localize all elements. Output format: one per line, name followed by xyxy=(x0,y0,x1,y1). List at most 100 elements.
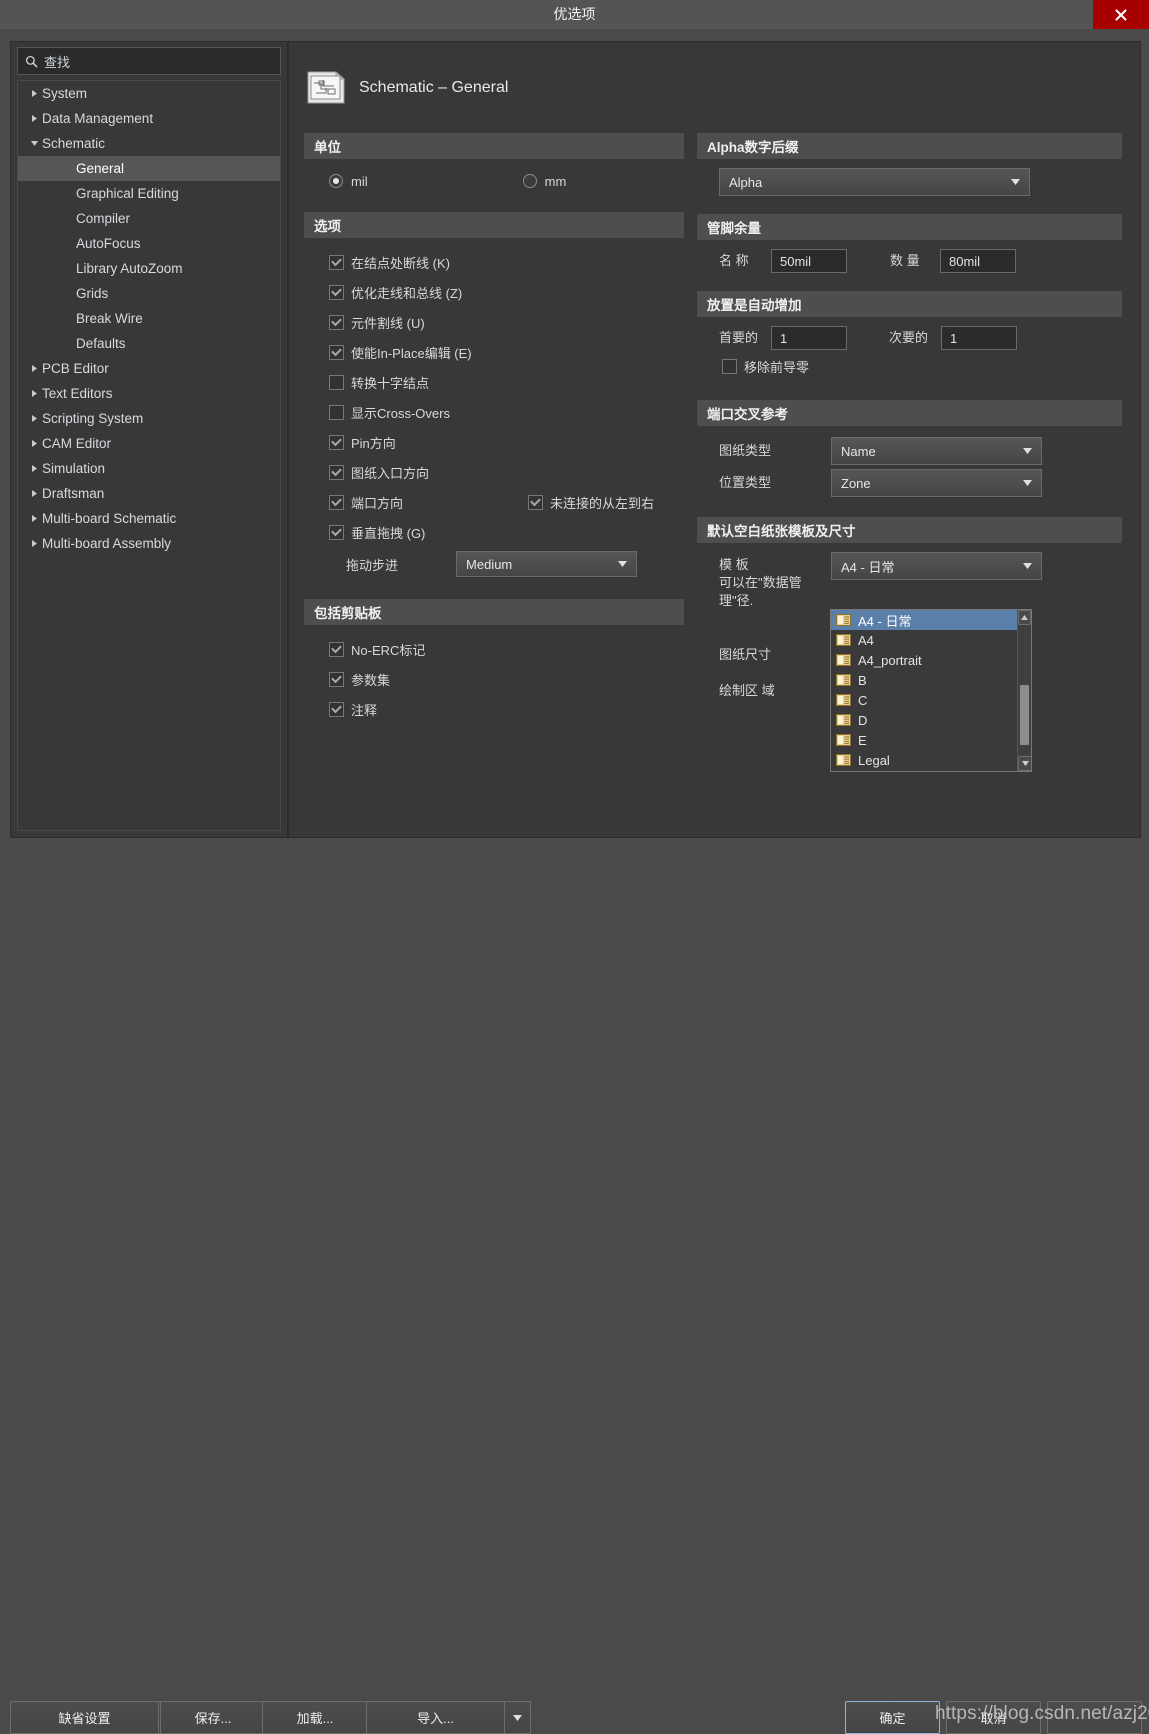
sidebar-item-system[interactable]: System xyxy=(18,81,280,106)
alpha-suffix-select[interactable]: Alpha xyxy=(719,168,1030,196)
chevron-right-icon[interactable] xyxy=(26,381,42,406)
sidebar-item-text-editors[interactable]: Text Editors xyxy=(18,381,280,406)
sidebar-item-defaults[interactable]: Defaults xyxy=(18,331,280,356)
radio-mm[interactable] xyxy=(523,174,537,188)
checkbox-row[interactable]: 元件割线 (U) xyxy=(304,307,684,337)
pin-margin-name-input[interactable]: 50mil xyxy=(771,249,847,273)
sidebar-item-autofocus[interactable]: AutoFocus xyxy=(18,231,280,256)
template-select[interactable]: A4 - 日常 xyxy=(831,552,1042,580)
chevron-right-icon[interactable] xyxy=(26,356,42,381)
sidebar-item-graphical-editing[interactable]: Graphical Editing xyxy=(18,181,280,206)
chevron-right-icon[interactable] xyxy=(26,506,42,531)
scroll-down-icon[interactable] xyxy=(1018,756,1032,771)
checkbox-remove-leading-zeroes[interactable] xyxy=(722,359,737,374)
dropdown-option[interactable]: E xyxy=(831,730,1031,750)
sidebar-item-cam-editor[interactable]: CAM Editor xyxy=(18,431,280,456)
dropdown-option[interactable]: A4_portrait xyxy=(831,650,1031,670)
checkbox-vertical-drag[interactable] xyxy=(329,525,344,540)
checkbox-break-wire-at-junction[interactable] xyxy=(329,255,344,270)
checkbox-unconnected-left-to-right-wrap[interactable]: 未连接的从左到右 xyxy=(528,493,654,512)
location-type-value: Zone xyxy=(841,476,871,491)
default-settings-split-button[interactable]: 缺省设置 xyxy=(10,1701,185,1734)
chevron-right-icon[interactable] xyxy=(26,456,42,481)
checkbox-display-cross-overs[interactable] xyxy=(329,405,344,420)
checkbox-parameter-sets[interactable] xyxy=(329,672,344,687)
sidebar-item-compiler[interactable]: Compiler xyxy=(18,206,280,231)
checkbox-port-direction[interactable] xyxy=(329,495,344,510)
location-type-select[interactable]: Zone xyxy=(831,469,1042,497)
chevron-right-icon[interactable] xyxy=(26,431,42,456)
checkbox-no-erc-markers[interactable] xyxy=(329,642,344,657)
checkbox-row[interactable]: Pin方向 xyxy=(304,427,684,457)
sidebar-item-multi-board-schematic[interactable]: Multi-board Schematic xyxy=(18,506,280,531)
secondary-input[interactable]: 1 xyxy=(941,326,1017,350)
checkbox-components-cut-wires[interactable] xyxy=(329,315,344,330)
checkbox-optimize-wires-buses[interactable] xyxy=(329,285,344,300)
import-split-button[interactable]: 导入... xyxy=(366,1701,531,1734)
load-button[interactable]: 加载... xyxy=(262,1701,367,1734)
checkbox-pin-direction[interactable] xyxy=(329,435,344,450)
checkbox-row[interactable]: 显示Cross-Overs xyxy=(304,397,684,427)
ok-button[interactable]: 确定 xyxy=(845,1701,940,1734)
sidebar-item-schematic[interactable]: Schematic xyxy=(18,131,280,156)
chevron-right-icon[interactable] xyxy=(26,531,42,556)
sidebar-item-grids[interactable]: Grids xyxy=(18,281,280,306)
dropdown-option[interactable]: A4 xyxy=(831,630,1031,650)
dropdown-option[interactable]: Legal xyxy=(831,750,1031,770)
sidebar-item-data-management[interactable]: Data Management xyxy=(18,106,280,131)
close-icon[interactable] xyxy=(1093,0,1149,29)
sidebar-item-pcb-editor[interactable]: PCB Editor xyxy=(18,356,280,381)
sidebar-item-general[interactable]: General xyxy=(18,156,280,181)
sidebar-item-simulation[interactable]: Simulation xyxy=(18,456,280,481)
chevron-down-icon[interactable] xyxy=(26,131,42,156)
chevron-right-icon[interactable] xyxy=(26,481,42,506)
checkbox-row[interactable]: 参数集 xyxy=(304,664,684,694)
dropdown-scrollbar[interactable] xyxy=(1017,610,1031,771)
checkbox-row[interactable]: No-ERC标记 xyxy=(304,634,684,664)
scrollbar-thumb[interactable] xyxy=(1020,685,1029,745)
checkbox-row[interactable]: 转换十字结点 xyxy=(304,367,684,397)
sheet-type-select[interactable]: Name xyxy=(831,437,1042,465)
checkbox-convert-cross-junctions[interactable] xyxy=(329,375,344,390)
default-settings-button[interactable]: 缺省设置 xyxy=(10,1701,158,1734)
chevron-right-icon[interactable] xyxy=(26,106,42,131)
checkbox-row[interactable]: 图纸入口方向 xyxy=(304,457,684,487)
radio-mil[interactable] xyxy=(329,174,343,188)
scroll-up-icon[interactable] xyxy=(1018,610,1031,625)
apply-button[interactable] xyxy=(1047,1701,1142,1734)
checkbox-unconnected-left-to-right[interactable] xyxy=(528,495,543,510)
template-dropdown-list[interactable]: A4 - 日常A4A4_portraitBCDELegal xyxy=(830,609,1032,772)
dropdown-option[interactable]: C xyxy=(831,690,1031,710)
units-section-body: mil mm xyxy=(304,159,684,198)
dropdown-option[interactable]: A4 - 日常 xyxy=(831,610,1031,630)
checkbox-notes[interactable] xyxy=(329,702,344,717)
dropdown-option[interactable]: B xyxy=(831,670,1031,690)
pin-margin-name-label: 名 称 xyxy=(719,252,761,270)
checkbox-row[interactable]: 垂直拖拽 (G) xyxy=(304,517,684,547)
search-input[interactable]: 查找 xyxy=(17,47,281,75)
sidebar-item-multi-board-assembly[interactable]: Multi-board Assembly xyxy=(18,531,280,556)
chevron-right-icon[interactable] xyxy=(26,406,42,431)
cancel-button[interactable]: 取消 xyxy=(946,1701,1041,1734)
dropdown-option[interactable]: D xyxy=(831,710,1031,730)
preferences-tree[interactable]: SystemData ManagementSchematicGeneralGra… xyxy=(17,80,281,831)
sidebar-item-draftsman[interactable]: Draftsman xyxy=(18,481,280,506)
checkbox-sheet-entry-direction[interactable] xyxy=(329,465,344,480)
import-dropdown-arrow[interactable] xyxy=(504,1701,531,1734)
save-button[interactable]: 保存... xyxy=(160,1701,265,1734)
chevron-right-icon[interactable] xyxy=(26,81,42,106)
import-button[interactable]: 导入... xyxy=(366,1701,504,1734)
checkbox-row[interactable]: 注释 xyxy=(304,694,684,724)
sidebar-item-library-autozoom[interactable]: Library AutoZoom xyxy=(18,256,280,281)
pin-margin-count-input[interactable]: 80mil xyxy=(940,249,1016,273)
checkbox-row[interactable]: 在结点处断线 (K) xyxy=(304,247,684,277)
checkbox-row[interactable]: 使能In-Place编辑 (E) xyxy=(304,337,684,367)
checkbox-row[interactable]: 端口方向 未连接的从左到右 xyxy=(304,487,684,517)
sidebar-item-break-wire[interactable]: Break Wire xyxy=(18,306,280,331)
sidebar-item-scripting-system[interactable]: Scripting System xyxy=(18,406,280,431)
checkbox-enable-in-place-editing[interactable] xyxy=(329,345,344,360)
drag-step-select[interactable]: Medium xyxy=(456,551,637,577)
checkbox-row[interactable]: 移除前导零 xyxy=(697,350,1122,382)
checkbox-row[interactable]: 优化走线和总线 (Z) xyxy=(304,277,684,307)
primary-input[interactable]: 1 xyxy=(771,326,847,350)
